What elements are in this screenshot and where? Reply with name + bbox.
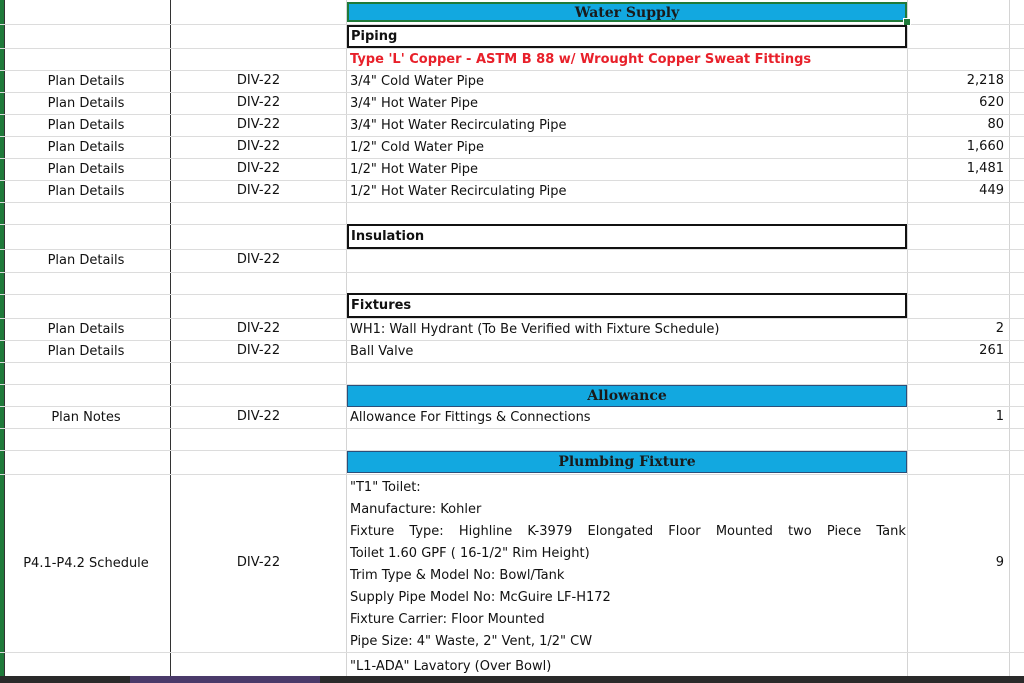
source-cell: Plan Details	[47, 96, 125, 111]
quantity-cell: 1,481	[966, 161, 1004, 176]
division-cell: DIV-22	[236, 409, 281, 424]
description-cell: Allowance For Fittings & Connections	[350, 410, 591, 425]
source-cell: Plan Details	[47, 184, 125, 199]
source-cell: Plan Details	[47, 253, 125, 268]
fixture-line: Trim Type & Model No: Bowl/Tank	[350, 568, 565, 583]
fixture-line: "T1" Toilet:	[350, 480, 421, 495]
division-cell: DIV-22	[236, 343, 281, 358]
column-line	[346, 0, 347, 676]
fixture-word: Piece	[826, 524, 862, 539]
quantity-cell: 1	[995, 409, 1004, 424]
fixture-line: Pipe Size: 4" Waste, 2" Vent, 1/2" CW	[350, 634, 593, 649]
quantity-cell: 261	[979, 343, 1004, 358]
description-cell: WH1: Wall Hydrant (To Be Verified with F…	[350, 322, 720, 337]
description-cell: 1/2" Hot Water Recirculating Pipe	[350, 184, 567, 199]
row-line	[0, 272, 1024, 273]
fixture-line-justified: Fixture Type: Highline K-3979 Elongated Floor…	[350, 521, 906, 543]
fixture-line: Manufacture: Kohler	[350, 502, 482, 517]
source-cell: Plan Details	[47, 140, 125, 155]
section-allowance[interactable]: Allowance	[347, 385, 907, 407]
fixture-word: Floor	[668, 524, 701, 539]
division-cell: DIV-22	[236, 161, 281, 176]
division-cell: DIV-22	[236, 555, 281, 570]
column-line	[1009, 0, 1010, 676]
section-insulation[interactable]: Insulation	[347, 224, 907, 249]
quantity-cell: 2	[995, 321, 1004, 336]
source-cell: Plan Details	[47, 118, 125, 133]
quantity-cell: 9	[995, 555, 1004, 570]
source-cell: Plan Details	[47, 74, 125, 89]
source-cell: P4.1-P4.2 Schedule	[23, 556, 149, 571]
quantity-cell: 620	[979, 95, 1004, 110]
fixture-word: Tank	[876, 524, 906, 539]
fixture-line: Supply Pipe Model No: McGuire LF-H172	[350, 590, 611, 605]
source-cell: Plan Details	[47, 322, 125, 337]
taskbar-segment	[130, 676, 320, 683]
description-cell: Ball Valve	[350, 344, 414, 359]
quantity-cell: 1,660	[966, 139, 1004, 154]
division-cell: DIV-22	[236, 95, 281, 110]
fixture-word: Fixture	[350, 524, 395, 539]
section-piping[interactable]: Piping	[347, 25, 907, 48]
quantity-cell: 80	[987, 117, 1004, 132]
piping-spec[interactable]: Type 'L' Copper - ASTM B 88 w/ Wrought C…	[350, 49, 906, 71]
fixture-word: two	[788, 524, 812, 539]
quantity-cell: 449	[979, 183, 1004, 198]
fixture-word: Mounted	[715, 524, 773, 539]
fixture-word: Highline	[458, 524, 513, 539]
division-cell: DIV-22	[236, 321, 281, 336]
section-water-supply[interactable]: Water Supply	[347, 2, 907, 22]
description-cell[interactable]: "L1-ADA" Lavatory (Over Bowl)	[350, 656, 906, 676]
source-cell: Plan Notes	[51, 410, 121, 425]
division-cell: DIV-22	[236, 252, 281, 267]
fixture-line: Fixture Carrier: Floor Mounted	[350, 612, 545, 627]
description-cell: 1/2" Cold Water Pipe	[350, 140, 485, 155]
fixture-word: Elongated	[587, 524, 654, 539]
spreadsheet-grid[interactable]: Water Supply Piping Type 'L' Copper - AS…	[0, 0, 1024, 676]
source-cell: Plan Details	[47, 162, 125, 177]
row-line	[0, 474, 1024, 475]
fixture-word: Type:	[409, 524, 444, 539]
description-cell: 1/2" Hot Water Pipe	[350, 162, 478, 177]
division-cell: DIV-22	[236, 183, 281, 198]
fixture-description-cell: "T1" Toilet: Manufacture: Kohler Fixture…	[350, 477, 906, 653]
fixture-line: Toilet 1.60 GPF ( 16-1/2" Rim Height)	[350, 546, 590, 561]
division-cell: DIV-22	[236, 139, 281, 154]
section-fixtures[interactable]: Fixtures	[347, 293, 907, 318]
taskbar-strip	[0, 676, 1024, 683]
division-cell: DIV-22	[236, 73, 281, 88]
description-cell: 3/4" Cold Water Pipe	[350, 74, 485, 89]
source-cell: Plan Details	[47, 344, 125, 359]
description-cell: 3/4" Hot Water Pipe	[350, 96, 478, 111]
section-plumbing-fixture[interactable]: Plumbing Fixture	[347, 451, 907, 473]
fixture-word: K-3979	[527, 524, 573, 539]
quantity-cell: 2,218	[966, 73, 1004, 88]
description-cell: 3/4" Hot Water Recirculating Pipe	[350, 118, 567, 133]
division-cell: DIV-22	[236, 117, 281, 132]
